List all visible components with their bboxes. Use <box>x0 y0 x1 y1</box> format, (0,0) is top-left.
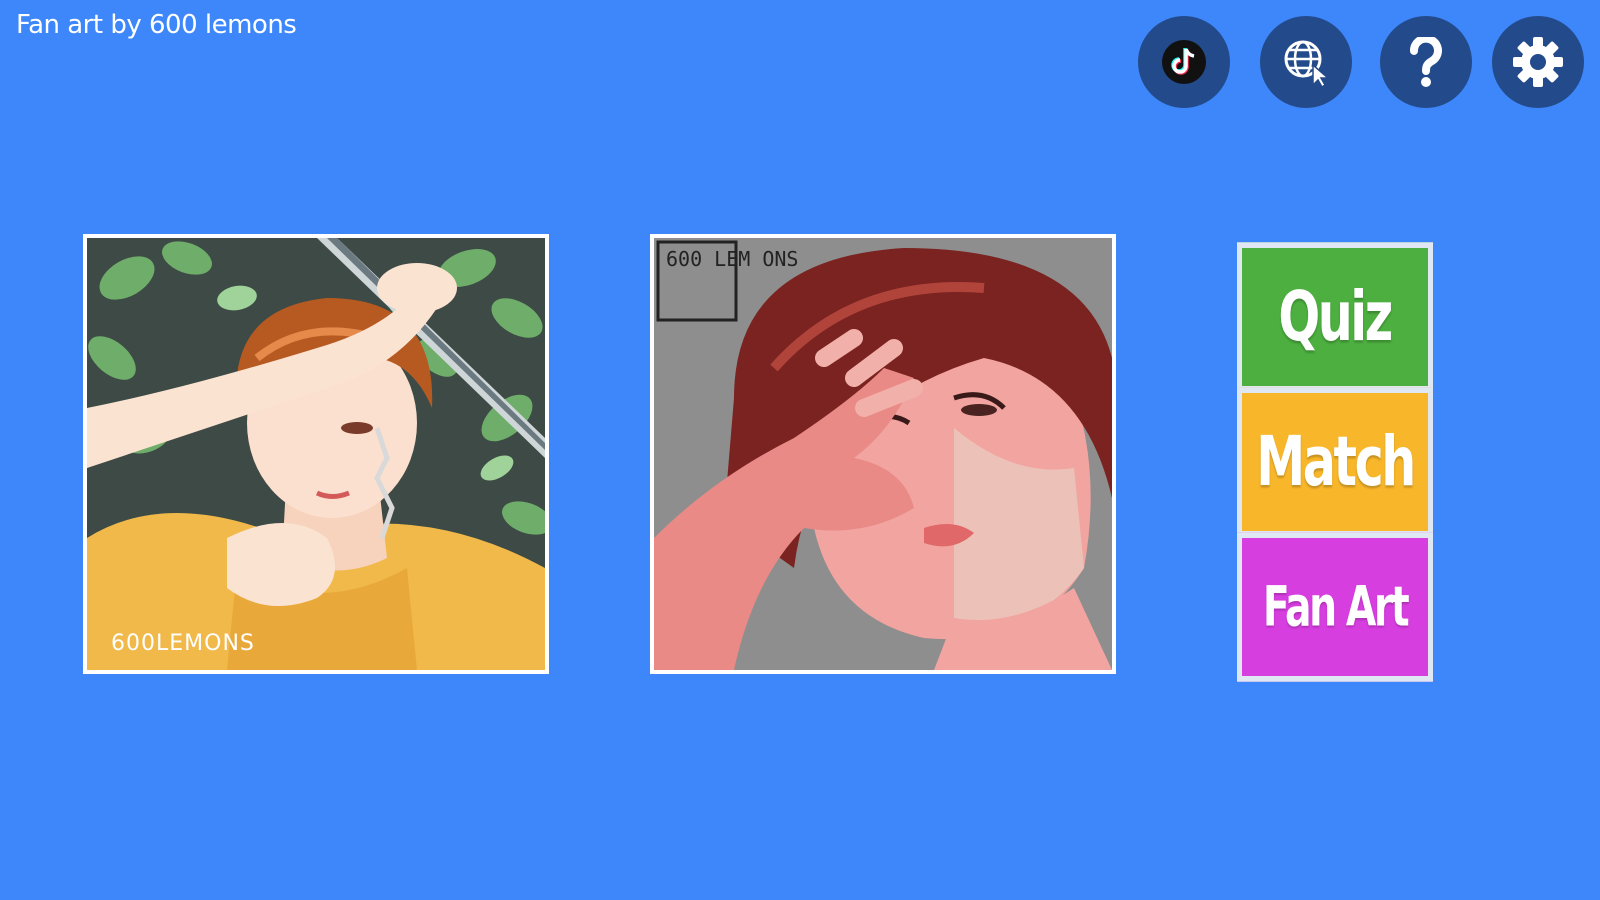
watermark-1: 600LEMONS <box>111 631 255 656</box>
settings-button[interactable] <box>1492 16 1584 108</box>
fan-art-image-2[interactable]: 600 LEM ONS <box>650 234 1116 674</box>
tiktok-button[interactable] <box>1138 16 1230 108</box>
globe-cursor-icon <box>1284 40 1331 89</box>
gear-icon <box>1513 37 1563 87</box>
app-screen: Fan art by 600 lemons 600LEMONS 600 LEM … <box>0 0 1600 900</box>
fan-art-image-1[interactable]: 600LEMONS <box>83 234 549 674</box>
website-button[interactable] <box>1260 16 1352 108</box>
credit-text: Fan art by 600 lemons <box>16 10 297 40</box>
match-label: Match <box>1256 421 1416 503</box>
quiz-button[interactable]: Quiz <box>1237 242 1433 392</box>
fan-art-illustration-1: 600LEMONS <box>87 238 545 670</box>
match-button[interactable]: Match <box>1237 387 1433 537</box>
help-button[interactable] <box>1380 16 1472 108</box>
fan-art-label: Fan Art <box>1262 574 1410 640</box>
fan-art-button[interactable]: Fan Art <box>1237 532 1433 682</box>
fan-art-illustration-2: 600 LEM ONS <box>654 238 1112 670</box>
quiz-label: Quiz <box>1278 276 1394 358</box>
watermark-2: 600 LEM ONS <box>666 247 798 271</box>
question-icon <box>1410 37 1442 87</box>
tiktok-icon <box>1162 40 1206 84</box>
